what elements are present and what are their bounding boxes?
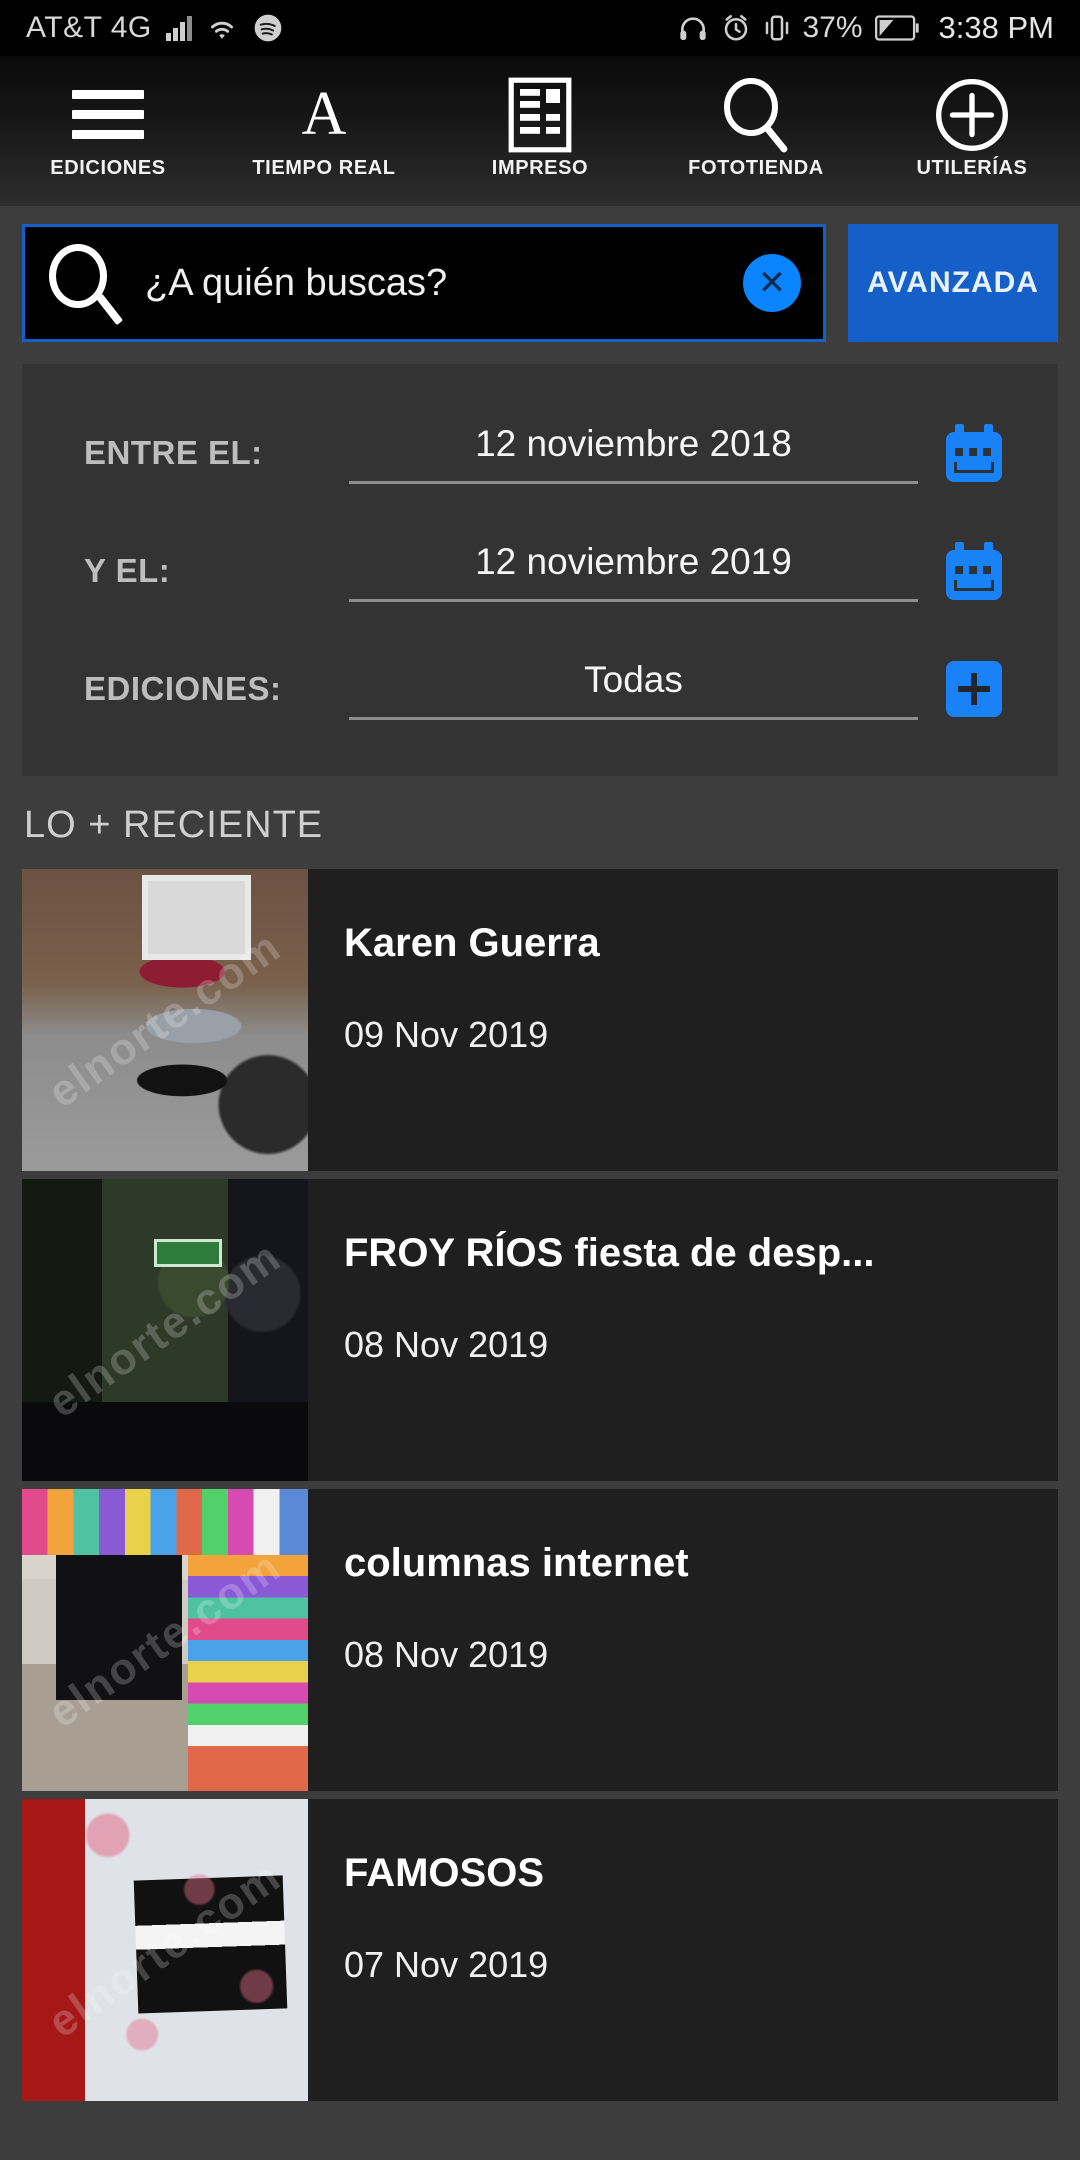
nav-item-tiempo-real[interactable]: A TIEMPO REAL [216,56,432,206]
list-item[interactable]: elnorte.com Karen Guerra 09 Nov 2019 [22,869,1058,1171]
item-thumbnail: elnorte.com [22,1179,308,1481]
search-input[interactable]: ¿A quién buscas? ✕ [22,224,826,342]
wifi-icon [206,14,238,42]
app-screen: AT&T 4G 37% 3:38 PM EDICIONES A TIEMPO R… [0,0,1080,2160]
item-title: Karen Guerra [344,921,600,965]
status-bar: AT&T 4G 37% 3:38 PM [0,0,1080,56]
recent-list: elnorte.com Karen Guerra 09 Nov 2019 eln… [0,869,1080,2101]
filter-value-start-date: 12 noviembre 2018 [475,422,792,464]
list-item[interactable]: elnorte.com FAMOSOS 07 Nov 2019 [22,1799,1058,2101]
carrier-label: AT&T 4G [26,11,152,44]
item-title: FROY RÍOS fiesta de desp... [344,1231,875,1275]
filter-row-start-date: ENTRE EL: 12 noviembre 2018 [22,394,1058,512]
item-date: 07 Nov 2019 [344,1944,549,1985]
nav-item-utilerias[interactable]: UTILERÍAS [864,56,1080,206]
item-date: 09 Nov 2019 [344,1014,549,1055]
field-underline [349,480,918,484]
nav-label-ediciones: EDICIONES [50,156,166,179]
battery-icon [874,15,921,41]
nav-label-fototienda: FOTOTIENDA [688,156,824,179]
alarm-icon [721,13,751,43]
nav-label-utilerias: UTILERÍAS [916,156,1028,179]
nav-label-tiempo-real: TIEMPO REAL [252,156,396,179]
calendar-icon [946,424,1002,482]
filter-panel: ENTRE EL: 12 noviembre 2018 Y EL: 12 nov… [22,364,1058,776]
headphones-icon [677,13,709,43]
calendar-icon [946,542,1002,600]
filter-value-end-date: 12 noviembre 2019 [475,540,792,582]
item-thumbnail: elnorte.com [22,1799,308,2101]
nav-item-ediciones[interactable]: EDICIONES [0,56,216,206]
top-navigation-bar: EDICIONES A TIEMPO REAL IMPRESO FOTOTIEN… [0,56,1080,206]
filter-label-editions: EDICIONES: [84,670,282,707]
item-date: 08 Nov 2019 [344,1324,549,1365]
filter-value-editions: Todas [584,658,683,700]
filter-label-start-date: ENTRE EL: [84,434,263,471]
signal-bars-icon [165,15,192,41]
battery-percent-label: 37% [802,11,863,44]
nav-label-impreso: IMPRESO [491,156,589,179]
item-thumbnail: elnorte.com [22,869,308,1171]
plus-icon [946,661,1002,717]
search-row: ¿A quién buscas? ✕ AVANZADA [0,206,1080,358]
vibrate-icon [763,13,791,43]
list-item[interactable]: elnorte.com columnas internet 08 Nov 201… [22,1489,1058,1791]
plus-circle-icon [935,78,1009,151]
filter-field-start-date[interactable]: 12 noviembre 2018 [349,423,918,484]
item-meta: Karen Guerra 09 Nov 2019 [308,869,1058,1171]
item-meta: FROY RÍOS fiesta de desp... 08 Nov 2019 [308,1179,1058,1481]
search-icon [720,77,792,152]
nav-item-fototienda[interactable]: FOTOTIENDA [648,56,864,206]
filter-field-editions[interactable]: Todas [349,659,918,720]
filter-label-end-date: Y EL: [84,552,171,589]
clear-search-button[interactable]: ✕ [743,254,801,312]
spotify-icon [252,12,284,44]
status-bar-left: AT&T 4G [26,11,284,45]
item-date: 08 Nov 2019 [344,1634,549,1675]
clock-label: 3:38 PM [938,10,1054,45]
calendar-icon-end-date[interactable] [918,542,1030,600]
search-icon [43,240,129,326]
calendar-icon-start-date[interactable] [918,424,1030,482]
section-title: LO + RECIENTE [24,804,324,846]
advanced-search-button[interactable]: AVANZADA [848,224,1058,342]
item-thumbnail: elnorte.com [22,1489,308,1791]
newspaper-icon [508,77,572,152]
item-meta: FAMOSOS 07 Nov 2019 [308,1799,1058,2101]
filter-row-editions: EDICIONES: Todas [22,630,1058,748]
list-item[interactable]: elnorte.com FROY RÍOS fiesta de desp... … [22,1179,1058,1481]
field-underline [349,716,918,720]
nav-item-impreso[interactable]: IMPRESO [432,56,648,206]
item-title: FAMOSOS [344,1851,545,1895]
hamburger-menu-icon [72,83,144,147]
filter-field-end-date[interactable]: 12 noviembre 2019 [349,541,918,602]
field-underline [349,598,918,602]
item-title: columnas internet [344,1541,689,1585]
filter-row-end-date: Y EL: 12 noviembre 2019 [22,512,1058,630]
item-meta: columnas internet 08 Nov 2019 [308,1489,1058,1791]
add-edition-button[interactable] [918,661,1030,717]
letter-a-icon: A [301,79,347,148]
search-placeholder: ¿A quién buscas? [145,261,448,304]
status-bar-right: 37% 3:38 PM [677,10,1054,46]
